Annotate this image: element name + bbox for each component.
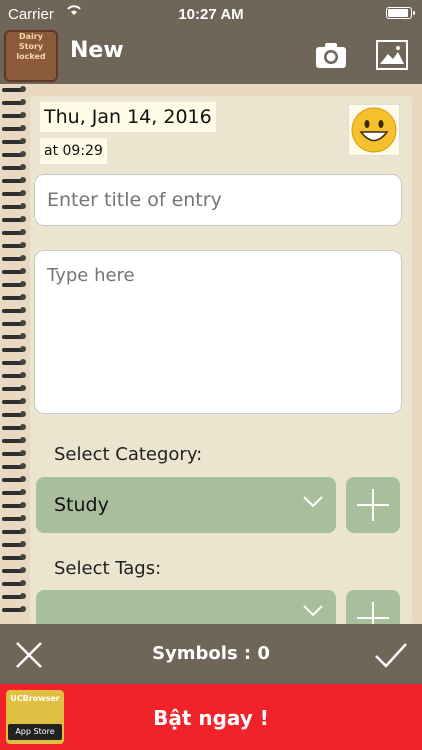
- entry-body-input[interactable]: [34, 250, 402, 414]
- ad-cta: Bật ngay !: [153, 706, 269, 730]
- status-time: 10:27 AM: [178, 6, 244, 23]
- binding-ring: [2, 541, 26, 548]
- nav-bar: New: [0, 28, 422, 84]
- binding-ring: [2, 476, 26, 483]
- binding-ring: [2, 567, 26, 574]
- binding-ring: [2, 203, 26, 210]
- symbols-counter: Symbols : 0: [152, 643, 270, 664]
- binding-ring: [2, 281, 26, 288]
- tags-select[interactable]: [36, 590, 336, 624]
- smiley-icon: [351, 107, 397, 153]
- binding-ring: [2, 294, 26, 301]
- binding-ring: [2, 151, 26, 158]
- bottom-toolbar: Symbols : 0: [0, 624, 422, 684]
- binding-ring: [2, 242, 26, 249]
- diary-book-icon[interactable]: Dairy Story locked: [4, 30, 58, 82]
- binding-ring: [2, 99, 26, 106]
- binding-ring: [2, 385, 26, 392]
- entry-time[interactable]: at 09:29: [40, 138, 107, 164]
- binding-ring: [2, 606, 26, 613]
- binding-ring: [2, 437, 26, 444]
- status-bar: Carrier 10:27 AM: [0, 0, 422, 28]
- binding-ring: [2, 489, 26, 496]
- binding-ring: [2, 398, 26, 405]
- add-category-button[interactable]: [346, 477, 400, 533]
- binding-ring: [2, 515, 26, 522]
- binding-ring: [2, 320, 26, 327]
- binding-ring: [2, 528, 26, 535]
- chevron-down-icon: [303, 496, 323, 508]
- spiral-binding: [0, 84, 26, 624]
- binding-ring: [2, 359, 26, 366]
- binding-ring: [2, 372, 26, 379]
- binding-ring: [2, 125, 26, 132]
- gallery-icon[interactable]: [376, 40, 408, 70]
- battery-icon: [386, 7, 415, 19]
- binding-ring: [2, 450, 26, 457]
- binding-ring: [2, 554, 26, 561]
- binding-ring: [2, 268, 26, 275]
- binding-ring: [2, 580, 26, 587]
- binding-ring: [2, 411, 26, 418]
- binding-ring: [2, 138, 26, 145]
- category-value: Study: [54, 494, 109, 516]
- category-select[interactable]: Study: [36, 477, 336, 533]
- binding-ring: [2, 255, 26, 262]
- tags-label: Select Tags:: [54, 558, 162, 579]
- binding-ring: [2, 502, 26, 509]
- binding-ring: [2, 424, 26, 431]
- chevron-down-icon: [303, 605, 323, 617]
- ad-brand: UCBrowser: [10, 694, 60, 703]
- binding-ring: [2, 190, 26, 197]
- page-title: New: [70, 38, 124, 63]
- logo-text-2: Story: [18, 42, 44, 51]
- binding-ring: [2, 112, 26, 119]
- camera-icon[interactable]: [315, 41, 347, 69]
- binding-ring: [2, 346, 26, 353]
- ad-banner[interactable]: UCBrowser App Store Bật ngay !: [0, 684, 422, 750]
- binding-ring: [2, 463, 26, 470]
- entry-title-input[interactable]: [34, 174, 402, 226]
- binding-ring: [2, 164, 26, 171]
- binding-ring: [2, 177, 26, 184]
- logo-text-3: locked: [16, 52, 46, 61]
- category-label: Select Category:: [54, 444, 203, 465]
- binding-ring: [2, 307, 26, 314]
- add-tag-button[interactable]: [346, 590, 400, 624]
- binding-ring: [2, 229, 26, 236]
- binding-ring: [2, 333, 26, 340]
- entry-date[interactable]: Thu, Jan 14, 2016: [40, 102, 216, 132]
- mood-emoji-button[interactable]: [348, 104, 400, 156]
- binding-ring: [2, 216, 26, 223]
- checkmark-icon[interactable]: [374, 640, 408, 670]
- binding-ring: [2, 86, 26, 93]
- logo-text-1: Dairy: [19, 32, 43, 41]
- binding-ring: [2, 593, 26, 600]
- landscape-icon: [380, 46, 404, 64]
